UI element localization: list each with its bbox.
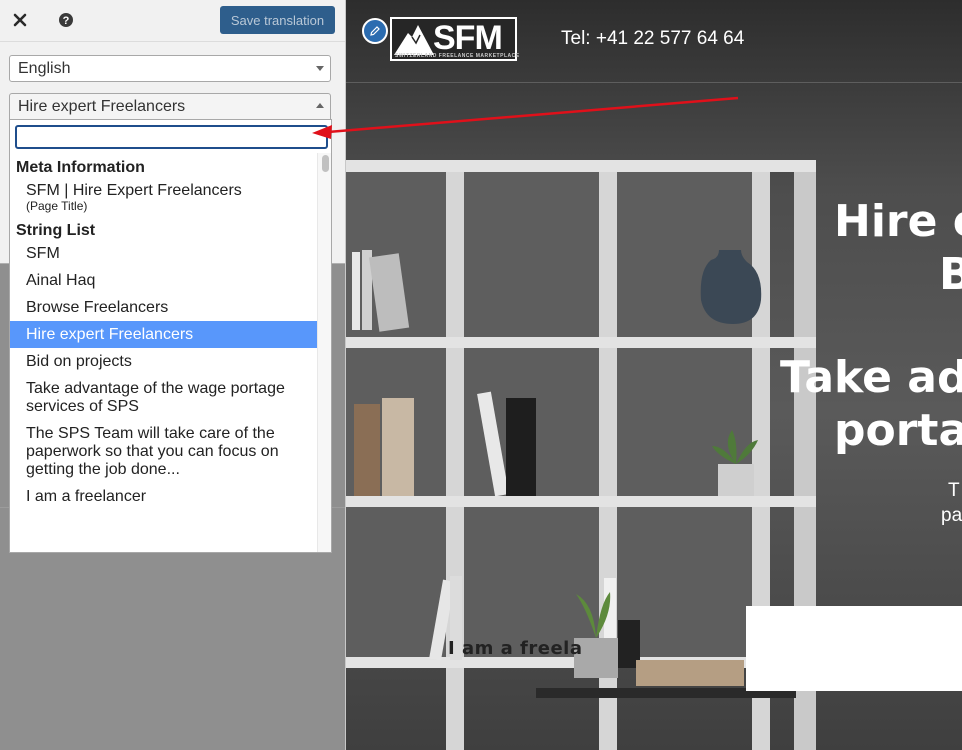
chevron-up-icon xyxy=(316,103,324,108)
dropdown-option-selected[interactable]: Hire expert Freelancers xyxy=(10,321,317,348)
hero-heading-line: porta xyxy=(834,405,962,456)
site-preview: SFM SWITZERLAND FREELANCE MARKETPLACE Te… xyxy=(346,0,962,750)
site-logo[interactable]: SFM SWITZERLAND FREELANCE MARKETPLACE xyxy=(390,17,520,61)
hero-subtext-line: T xyxy=(948,480,960,501)
hero-heading-line: Take ad xyxy=(780,352,962,403)
dropdown-option[interactable]: Take advantage of the wage portage servi… xyxy=(10,375,317,420)
option-sublabel: (Page Title) xyxy=(26,199,88,213)
chevron-down-icon xyxy=(316,66,324,71)
close-icon[interactable] xyxy=(6,6,34,34)
translation-editor-panel: ? Save translation English Hire expert F… xyxy=(0,0,346,750)
dropdown-scrollbar[interactable] xyxy=(317,153,331,552)
phone-number[interactable]: Tel: +41 22 577 64 64 xyxy=(561,28,744,50)
hero-heading-line: Hire e xyxy=(834,196,962,247)
dropdown-option[interactable]: SFM xyxy=(10,240,317,267)
logo-tagline: SWITZERLAND FREELANCE MARKETPLACE xyxy=(395,53,520,59)
option-label: SFM | Hire Expert Freelancers xyxy=(26,182,242,199)
header-divider xyxy=(346,82,962,83)
string-select-value: Hire expert Freelancers xyxy=(18,98,186,115)
language-select[interactable]: English xyxy=(9,55,331,82)
string-select[interactable]: Hire expert Freelancers xyxy=(9,93,331,120)
hero-subtext-line: pa xyxy=(941,505,962,526)
option-group-label: Meta Information xyxy=(16,159,145,176)
save-translation-button[interactable]: Save translation xyxy=(220,6,335,34)
dropdown-option[interactable]: Browse Freelancers xyxy=(10,294,317,321)
scrollbar-thumb[interactable] xyxy=(322,155,329,172)
string-dropdown: Meta Information SFM | Hire Expert Freel… xyxy=(9,119,332,553)
cta-label: I am a freela xyxy=(448,638,583,659)
dropdown-search-input[interactable] xyxy=(15,125,328,149)
edit-pencil-icon[interactable] xyxy=(362,18,388,44)
hero-heading-line: B xyxy=(939,249,962,300)
svg-text:?: ? xyxy=(63,15,70,27)
dropdown-option[interactable]: Ainal Haq xyxy=(10,267,317,294)
dropdown-option[interactable]: I am a freelancer xyxy=(10,483,317,510)
help-icon[interactable]: ? xyxy=(52,6,80,34)
dropdown-option[interactable]: The SPS Team will take care of the paper… xyxy=(10,420,317,483)
dropdown-option[interactable]: Bid on projects xyxy=(10,348,317,375)
editor-toolbar: ? Save translation xyxy=(0,0,346,42)
dropdown-results: Meta Information SFM | Hire Expert Freel… xyxy=(10,153,317,510)
freelancer-cta-button[interactable] xyxy=(746,606,962,691)
dropdown-option[interactable]: SFM | Hire Expert Freelancers (Page Titl… xyxy=(10,177,317,216)
language-select-value: English xyxy=(18,60,71,77)
option-group-label: String List xyxy=(16,222,96,239)
mountain-icon xyxy=(394,25,434,55)
logo-text: SFM xyxy=(433,19,503,57)
